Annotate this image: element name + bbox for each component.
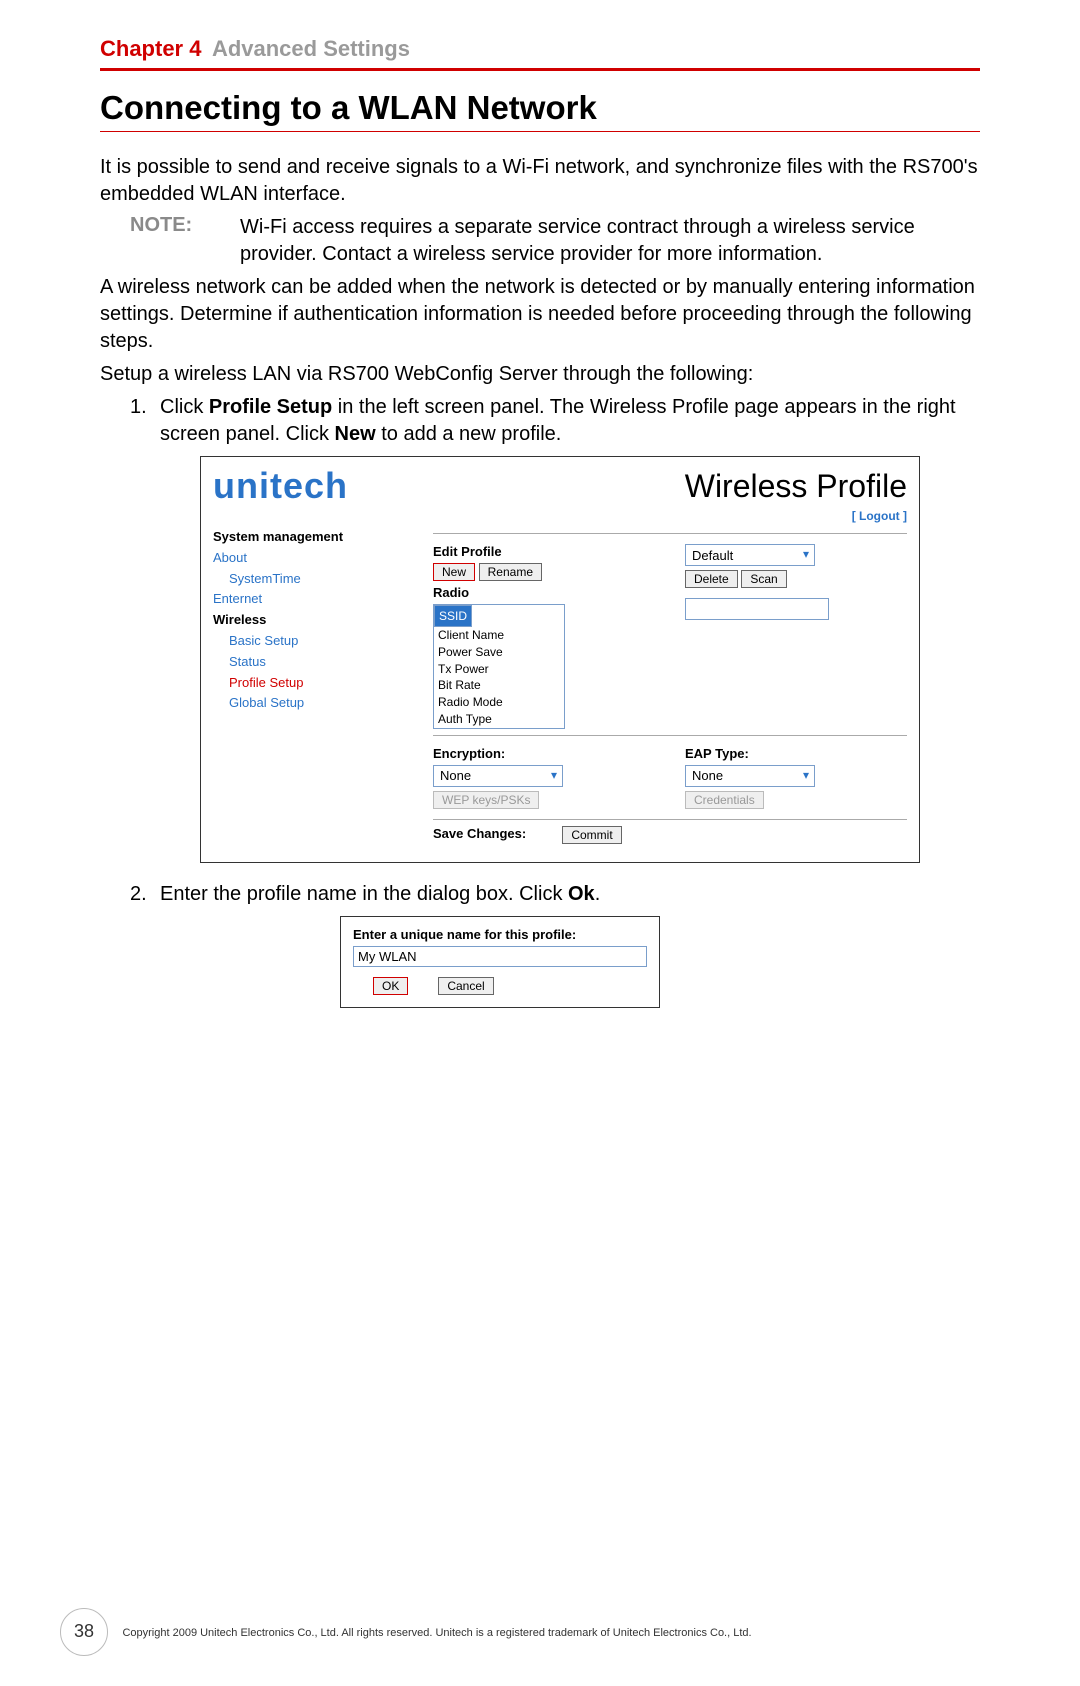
opt-client-name[interactable]: Client Name	[434, 627, 564, 644]
eap-type-label: EAP Type:	[685, 746, 749, 761]
rename-button[interactable]: Rename	[479, 563, 542, 581]
profile-name-input[interactable]	[353, 946, 647, 967]
step-1-number: 1.	[130, 394, 160, 448]
step-1-bold-1: Profile Setup	[209, 396, 332, 418]
nav-wireless: Wireless	[213, 610, 413, 631]
page-number: 38	[60, 1608, 108, 1656]
step-2-text-c: .	[595, 883, 601, 905]
step-2: 2. Enter the profile name in the dialog …	[130, 881, 980, 908]
logo: unitech	[213, 465, 348, 507]
chapter-header: Chapter 4 Advanced Settings	[100, 36, 980, 71]
radio-listbox[interactable]: SSID Client Name Power Save Tx Power Bit…	[433, 604, 565, 729]
step-2-number: 2.	[130, 881, 160, 908]
edit-profile-label: Edit Profile	[433, 544, 502, 559]
delete-button[interactable]: Delete	[685, 570, 738, 588]
note-block: NOTE: Wi-Fi access requires a separate s…	[130, 214, 980, 268]
new-button[interactable]: New	[433, 563, 475, 581]
note-label: NOTE:	[130, 214, 240, 268]
nav-about[interactable]: About	[213, 548, 413, 569]
eap-select[interactable]: None ▾	[685, 765, 815, 787]
paragraph-2: A wireless network can be added when the…	[100, 274, 980, 355]
nav-system-management: System management	[213, 527, 413, 548]
opt-power-save[interactable]: Power Save	[434, 644, 564, 661]
nav-global-setup[interactable]: Global Setup	[229, 693, 413, 714]
screenshot-profile-name-dialog: Enter a unique name for this profile: OK…	[340, 916, 660, 1008]
step-list: 1. Click Profile Setup in the left scree…	[130, 394, 980, 448]
encryption-value: None	[434, 768, 546, 783]
chapter-label: Chapter 4	[100, 36, 201, 61]
profile-select[interactable]: Default ▾	[685, 544, 815, 566]
paragraph-3: Setup a wireless LAN via RS700 WebConfig…	[100, 361, 980, 388]
profile-select-value: Default	[686, 548, 798, 563]
chevron-down-icon: ▾	[798, 547, 814, 563]
opt-bit-rate[interactable]: Bit Rate	[434, 677, 564, 694]
nav-systemtime[interactable]: SystemTime	[229, 569, 413, 590]
note-text: Wi-Fi access requires a separate service…	[240, 214, 980, 268]
step-1-text: Click Profile Setup in the left screen p…	[160, 394, 980, 448]
chapter-title: Advanced Settings	[212, 36, 410, 61]
chevron-down-icon: ▾	[798, 768, 814, 784]
credentials-button: Credentials	[685, 791, 764, 809]
step-1-text-a: Click	[160, 396, 209, 418]
screenshot-wireless-profile: unitech Wireless Profile [ Logout ] Syst…	[200, 456, 920, 863]
step-2-text: Enter the profile name in the dialog box…	[160, 881, 600, 908]
page-title: Connecting to a WLAN Network	[100, 89, 980, 127]
ok-button[interactable]: OK	[373, 977, 408, 995]
title-rule	[100, 131, 980, 132]
screenshot-title: Wireless Profile	[685, 468, 907, 505]
encryption-select[interactable]: None ▾	[433, 765, 563, 787]
intro-paragraph: It is possible to send and receive signa…	[100, 154, 980, 208]
dialog-prompt: Enter a unique name for this profile:	[353, 927, 647, 942]
chevron-down-icon: ▾	[546, 768, 562, 784]
step-1-text-e: to add a new profile.	[376, 423, 562, 445]
copyright-text: Copyright 2009 Unitech Electronics Co., …	[122, 1627, 751, 1639]
page-footer: 38 Copyright 2009 Unitech Electronics Co…	[0, 1608, 1080, 1686]
step-2-bold: Ok	[568, 883, 595, 905]
nav-profile-setup[interactable]: Profile Setup	[229, 673, 413, 694]
step-list-2: 2. Enter the profile name in the dialog …	[130, 881, 980, 908]
step-1: 1. Click Profile Setup in the left scree…	[130, 394, 980, 448]
opt-tx-power[interactable]: Tx Power	[434, 661, 564, 678]
opt-auth-type[interactable]: Auth Type	[434, 711, 564, 728]
profile-form: Edit Profile New Rename Radio SSID Clien…	[433, 527, 907, 848]
nav-status[interactable]: Status	[229, 652, 413, 673]
sidebar-nav: System management About SystemTime Enter…	[213, 527, 413, 848]
encryption-label: Encryption:	[433, 746, 505, 761]
step-1-bold-2: New	[335, 423, 376, 445]
cancel-button[interactable]: Cancel	[438, 977, 493, 995]
opt-ssid[interactable]: SSID	[434, 605, 472, 627]
eap-value: None	[686, 768, 798, 783]
ssid-input[interactable]	[685, 598, 829, 620]
step-2-text-a: Enter the profile name in the dialog box…	[160, 883, 568, 905]
logout-link[interactable]: [ Logout ]	[213, 509, 907, 523]
nav-enternet[interactable]: Enternet	[213, 589, 413, 610]
scan-button[interactable]: Scan	[741, 570, 786, 588]
wep-keys-button: WEP keys/PSKs	[433, 791, 539, 809]
opt-radio-mode[interactable]: Radio Mode	[434, 694, 564, 711]
nav-basic-setup[interactable]: Basic Setup	[229, 631, 413, 652]
radio-label: Radio	[433, 585, 469, 600]
commit-button[interactable]: Commit	[562, 826, 621, 844]
save-changes-label: Save Changes:	[433, 826, 526, 841]
